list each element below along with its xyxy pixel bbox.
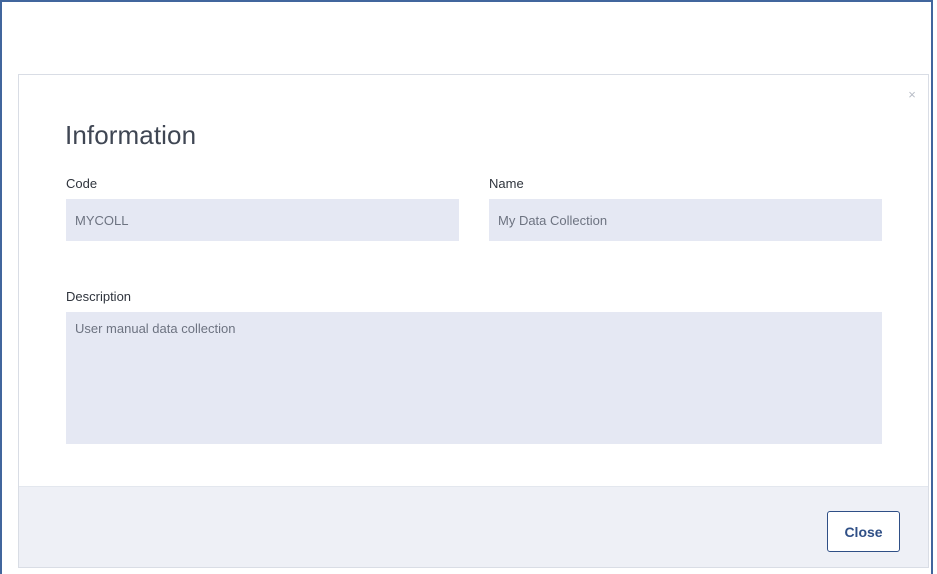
close-button[interactable]: Close	[827, 511, 900, 552]
dialog-footer: Close	[19, 486, 928, 567]
close-icon[interactable]: ×	[905, 88, 919, 102]
information-dialog: × Information Code MYCOLL Name My Data C…	[18, 74, 929, 568]
name-label: Name	[489, 176, 524, 191]
dialog-title: Information	[65, 120, 197, 150]
code-field[interactable]: MYCOLL	[66, 199, 459, 241]
screenshot-frame: × Information Code MYCOLL Name My Data C…	[0, 0, 933, 574]
description-field[interactable]: User manual data collection	[66, 312, 882, 444]
code-label: Code	[66, 176, 98, 191]
description-label: Description	[66, 289, 132, 304]
name-field[interactable]: My Data Collection	[489, 199, 882, 241]
